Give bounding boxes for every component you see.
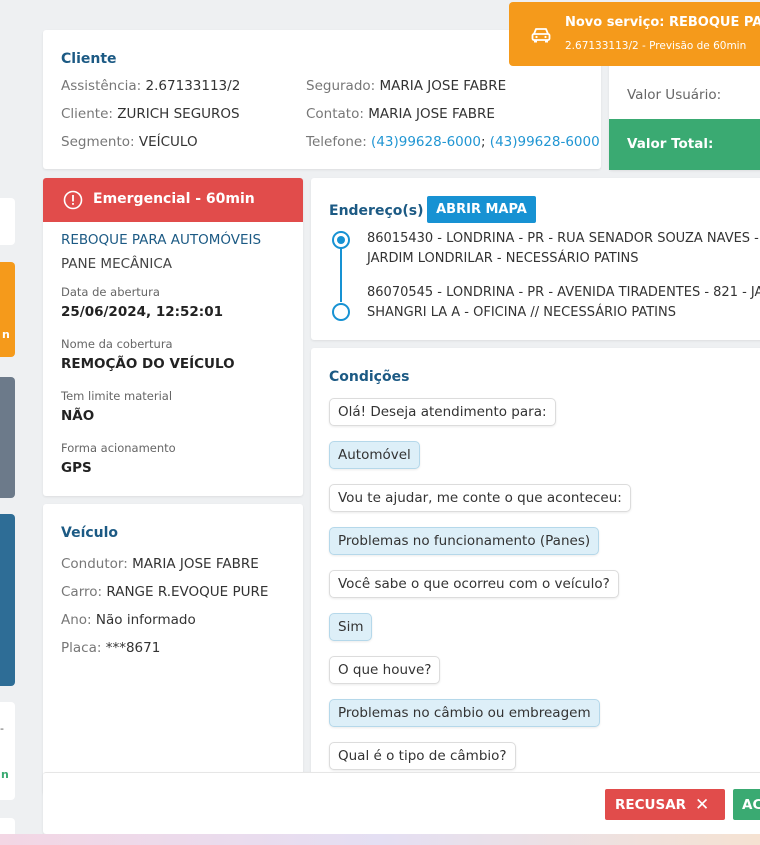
accept-button[interactable]: AC — [733, 789, 760, 820]
side-card-stub-gray[interactable] — [0, 377, 15, 498]
chat-question: Olá! Deseja atendimento para: — [329, 398, 556, 426]
opening-date-label: Data de abertura — [61, 285, 160, 299]
segmento-row: Segmento: VEÍCULO — [61, 134, 198, 150]
destination-marker-icon — [332, 303, 350, 321]
contato-label: Contato: — [306, 106, 364, 122]
telefone-label: Telefone: — [306, 134, 367, 150]
cliente-value: ZURICH SEGUROS — [117, 106, 240, 122]
side-card-stub-label: n — [2, 328, 10, 341]
assistencia-value: 2.67133113/2 — [145, 78, 241, 94]
segurado-row: Segurado: MARIA JOSE FABRE — [306, 78, 506, 94]
route-line — [340, 248, 342, 302]
plate-value: ***8671 — [105, 640, 161, 656]
side-card-stub-orange[interactable]: n — [0, 262, 15, 357]
refuse-button-label: RECUSAR — [615, 796, 687, 813]
destination-address: 86070545 - LONDRINA - PR - AVENIDA TIRAD… — [367, 283, 760, 323]
telefone-link[interactable]: (43)99628-6000 — [371, 134, 481, 150]
cliente-label: Cliente: — [61, 106, 113, 122]
side-card-stub-label: - — [0, 722, 4, 735]
chat-answer: Problemas no funcionamento (Panes) — [329, 527, 600, 555]
telefone-link[interactable]: (43)99628-6000 — [490, 134, 600, 150]
notification-subtitle: 2.67133113/2 - Previsão de 60min — [565, 40, 747, 52]
segmento-label: Segmento: — [61, 134, 135, 150]
year-row: Ano: Não informado — [61, 612, 196, 628]
activation-value: GPS — [61, 460, 92, 476]
emergency-badge-label: Emergencial - 60min — [93, 191, 255, 207]
side-card-stub-white[interactable]: - n — [0, 702, 15, 800]
conditions-title: Condições — [329, 369, 410, 385]
chat-answer: Sim — [329, 613, 373, 641]
material-limit-label: Tem limite material — [61, 389, 173, 403]
driver-row: Condutor: MARIA JOSE FABRE — [61, 556, 259, 572]
open-map-button[interactable]: ABRIR MAPA — [427, 196, 536, 223]
new-service-notification[interactable]: Novo serviço: REBOQUE PARA 2.67133113/2 … — [509, 2, 760, 66]
side-card-stub-blue[interactable] — [0, 514, 15, 686]
assistencia-row: Assistência: 2.67133113/2 — [61, 78, 240, 94]
chat-question: Você sabe o que ocorreu com o veículo? — [329, 570, 619, 598]
material-limit-value: NÃO — [61, 408, 95, 424]
plate-row: Placa: ***8671 — [61, 640, 160, 656]
year-value: Não informado — [95, 612, 196, 628]
notification-title: Novo serviço: REBOQUE PARA — [565, 15, 760, 30]
car-label: Carro: — [61, 584, 103, 600]
car-row: Carro: RANGE R.EVOQUE PURE — [61, 584, 268, 600]
chat-question: Qual é o tipo de câmbio? — [329, 742, 516, 770]
chat-question: O que houve? — [329, 656, 441, 684]
destination-address-line: SHANGRI LA A - OFICINA // NECESSÁRIO PAT… — [367, 305, 676, 320]
vehicle-card: Veículo Condutor: MARIA JOSE FABRE Carro… — [43, 504, 303, 794]
contato-value: MARIA JOSE FABRE — [368, 106, 495, 122]
coverage-value: REMOÇÃO DO VEÍCULO — [61, 356, 235, 372]
year-label: Ano: — [61, 612, 92, 628]
opening-date-value: 25/06/2024, 12:52:01 — [61, 304, 223, 320]
chat-answer: Automóvel — [329, 441, 420, 469]
close-icon: ✕ — [695, 795, 710, 815]
segurado-value: MARIA JOSE FABRE — [379, 78, 507, 94]
valor-usuario-label: Valor Usuário: — [627, 87, 722, 103]
origin-address: 86015430 - LONDRINA - PR - RUA SENADOR S… — [367, 229, 760, 269]
telefone-separator: ; — [480, 134, 486, 150]
chat-question: Vou te ajudar, me conte o que aconteceu: — [329, 484, 631, 512]
addresses-card: Endereço(s) ABRIR MAPA 86015430 - LONDRI… — [311, 178, 760, 340]
cliente-row: Cliente: ZURICH SEGUROS — [61, 106, 240, 122]
refuse-button[interactable]: RECUSAR ✕ — [605, 789, 725, 820]
taskbar-strip — [0, 834, 760, 845]
service-reason: PANE MECÂNICA — [61, 256, 173, 272]
info-icon — [63, 190, 83, 210]
action-bar: RECUSAR ✕ AC — [43, 772, 760, 834]
chat-answer: Problemas no câmbio ou embreagem — [329, 699, 600, 727]
emergency-badge: Emergencial - 60min — [43, 178, 303, 222]
segmento-value: VEÍCULO — [138, 134, 198, 150]
contato-row: Contato: MARIA JOSE FABRE — [306, 106, 495, 122]
car-icon — [531, 28, 551, 43]
service-details-card: Emergencial - 60min REBOQUE PARA AUTOMÓV… — [43, 178, 303, 496]
driver-value: MARIA JOSE FABRE — [132, 556, 259, 572]
addresses-title: Endereço(s) — [329, 203, 424, 219]
values-card: Valor Usuário: Valor Total: — [609, 60, 760, 170]
telefone-row: Telefone: (43)99628-6000; (43)99628-6000 — [306, 134, 600, 150]
origin-marker-icon — [332, 231, 350, 249]
origin-address-line: 86015430 - LONDRINA - PR - RUA SENADOR S… — [367, 231, 760, 246]
side-card-stub-label: n — [1, 768, 9, 781]
plate-label: Placa: — [61, 640, 102, 656]
client-title: Cliente — [61, 51, 117, 67]
conditions-card: Condições Olá! Deseja atendimento para: … — [311, 348, 760, 778]
assistencia-label: Assistência: — [61, 78, 142, 94]
side-card-stub[interactable] — [0, 198, 15, 245]
activation-label: Forma acionamento — [61, 441, 176, 455]
driver-label: Condutor: — [61, 556, 128, 572]
car-value: RANGE R.EVOQUE PURE — [106, 584, 269, 600]
coverage-label: Nome da cobertura — [61, 337, 173, 351]
origin-address-line: JARDIM LONDRILAR - NECESSÁRIO PATINS — [367, 251, 639, 266]
segurado-label: Segurado: — [306, 78, 376, 94]
service-type: REBOQUE PARA AUTOMÓVEIS — [61, 232, 262, 248]
valor-total-label: Valor Total: — [609, 119, 760, 170]
destination-address-line: 86070545 - LONDRINA - PR - AVENIDA TIRAD… — [367, 285, 760, 300]
vehicle-title: Veículo — [61, 525, 119, 541]
